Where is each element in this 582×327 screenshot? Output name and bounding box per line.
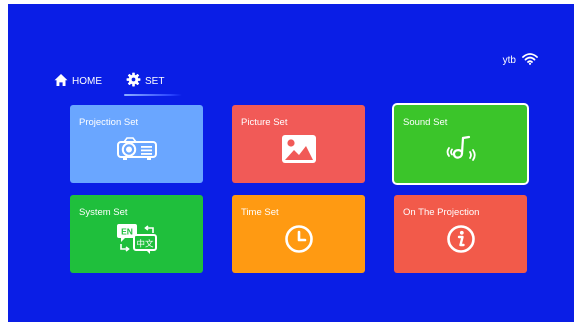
sound-icon	[441, 134, 481, 164]
nav-home[interactable]: HOME	[54, 73, 102, 96]
tile-sound-set[interactable]: Sound Set	[394, 105, 527, 183]
nav-set-label: SET	[145, 75, 165, 87]
top-nav: HOME SET	[54, 72, 184, 96]
picture-icon	[281, 134, 317, 164]
tile-label: Sound Set	[403, 117, 448, 128]
settings-screen: ytb HOME SET Projection Set Picture Set …	[8, 4, 574, 322]
lang-en-text: EN	[121, 227, 133, 237]
settings-tiles: Projection Set Picture Set Sound Set Sys…	[70, 105, 527, 273]
home-icon	[54, 73, 68, 90]
tile-time-set[interactable]: Time Set	[232, 195, 365, 273]
tile-label: Picture Set	[241, 117, 288, 128]
tile-projection-set[interactable]: Projection Set	[70, 105, 203, 183]
nav-home-label: HOME	[72, 75, 102, 87]
tile-label: System Set	[79, 207, 128, 218]
tile-label: Projection Set	[79, 117, 139, 128]
tile-label: Time Set	[241, 207, 279, 218]
user-label: ytb	[502, 54, 516, 66]
language-icon: EN 中文	[115, 223, 159, 255]
gear-icon	[126, 72, 141, 90]
clock-icon	[284, 224, 314, 254]
tile-system-set[interactable]: System Set EN 中文	[70, 195, 203, 273]
status-bar: ytb	[503, 52, 538, 68]
info-icon	[446, 224, 476, 254]
projector-icon	[116, 137, 158, 161]
tile-on-the-projection[interactable]: On The Projection	[394, 195, 527, 273]
tile-picture-set[interactable]: Picture Set	[232, 105, 365, 183]
nav-set[interactable]: SET	[123, 72, 184, 96]
lang-zh-text: 中文	[136, 239, 154, 250]
wifi-icon	[522, 52, 538, 68]
tile-label: On The Projection	[403, 207, 480, 218]
